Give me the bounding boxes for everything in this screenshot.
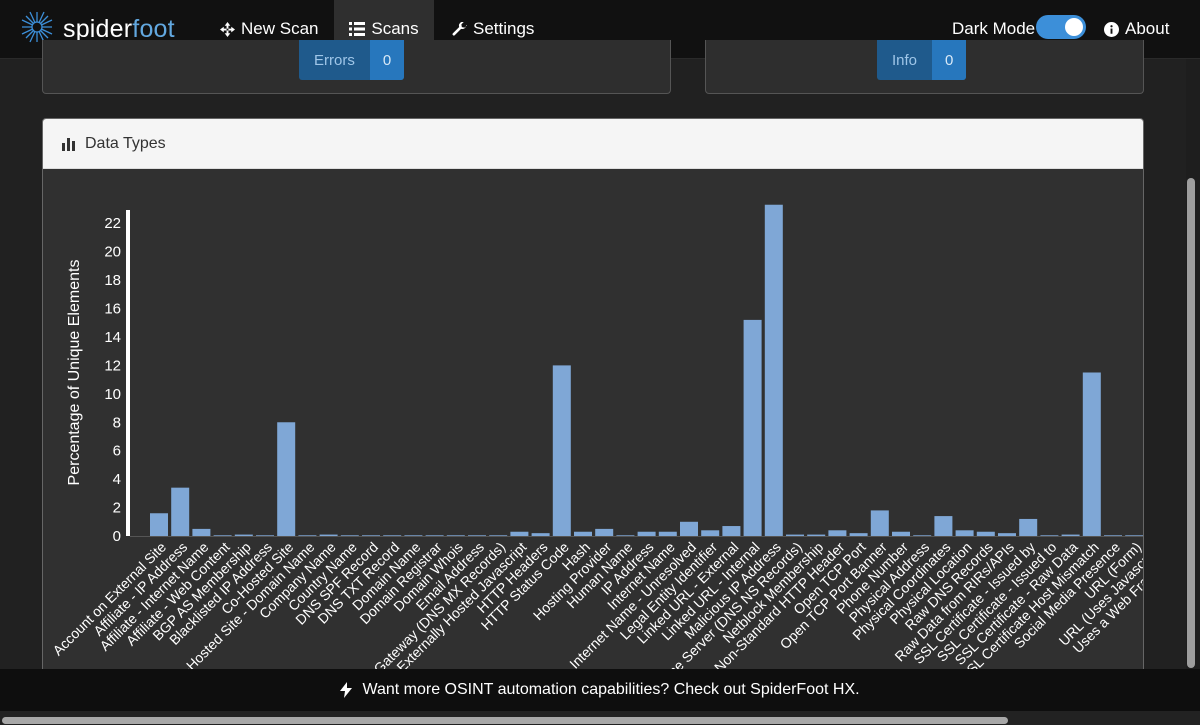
info-button[interactable]: Info 0 — [877, 40, 967, 80]
x-axis-line — [130, 536, 1143, 537]
y-tick-label: 0 — [113, 528, 121, 545]
bar-32[interactable] — [807, 534, 826, 536]
y-tick-label: 10 — [104, 386, 121, 403]
card-header: Data Types — [43, 119, 1143, 169]
info-label: Info — [892, 52, 918, 69]
bar-9[interactable] — [319, 534, 338, 536]
y-tick-label: 6 — [113, 443, 121, 460]
y-tick-label: 4 — [113, 471, 121, 488]
nav-settings-label: Settings — [473, 19, 535, 38]
bar-41[interactable] — [998, 533, 1016, 536]
errors-count-badge: 0 — [369, 40, 405, 80]
bar-20[interactable] — [552, 365, 571, 536]
bar-45[interactable] — [1082, 372, 1101, 537]
y-tick-label: 2 — [113, 500, 121, 517]
y-axis-label: Percentage of Unique Elements — [66, 260, 83, 486]
info-count-badge: 0 — [932, 40, 967, 80]
bar-35[interactable] — [870, 510, 889, 536]
bar-29[interactable] — [743, 319, 762, 536]
bar-30[interactable] — [764, 204, 783, 536]
crosshair-arrows-icon — [220, 21, 235, 37]
y-tick-label: 18 — [104, 272, 121, 289]
toggle-knob — [1065, 18, 1083, 36]
y-tick-label: 22 — [104, 215, 121, 232]
vertical-scrollbar-thumb[interactable] — [1187, 178, 1195, 668]
bar-38[interactable] — [934, 516, 953, 536]
bar-2[interactable] — [171, 487, 190, 536]
bar-40[interactable] — [976, 531, 995, 536]
promo-footer[interactable]: Want more OSINT automation capabilities?… — [0, 669, 1200, 711]
nav-about-label: About — [1125, 19, 1170, 38]
brand-name-part2: foot — [132, 14, 175, 43]
errors-label: Errors — [314, 52, 355, 69]
bar-44[interactable] — [1061, 534, 1080, 536]
y-tick-label: 20 — [104, 244, 121, 261]
bar-25[interactable] — [658, 531, 677, 536]
bar-1[interactable] — [150, 513, 168, 536]
nav-new-scan-label: New Scan — [241, 19, 319, 38]
y-axis-line — [126, 210, 130, 536]
bar-39[interactable] — [955, 530, 974, 536]
bar-18[interactable] — [510, 531, 529, 536]
bar-5[interactable] — [234, 534, 253, 536]
bar-42[interactable] — [1019, 518, 1038, 536]
wrench-icon — [452, 21, 467, 37]
bar-34[interactable] — [849, 533, 868, 536]
bar-19[interactable] — [531, 533, 550, 536]
data-types-bar-chart: 0 2 4 6 8 10 12 14 16 18 20 22 Percentage of Unique … — [49, 204, 1143, 679]
bar-22[interactable] — [595, 528, 614, 536]
bar-chart-icon — [61, 137, 77, 151]
bar-31[interactable] — [786, 534, 804, 536]
bar-21[interactable] — [574, 531, 592, 536]
list-icon — [349, 22, 366, 36]
y-tick-label: 14 — [104, 329, 121, 346]
y-tick-label: 16 — [104, 301, 121, 318]
bar-24[interactable] — [637, 531, 656, 536]
bar-7[interactable] — [277, 422, 296, 536]
bar-26[interactable] — [680, 521, 698, 536]
bar-28[interactable] — [722, 526, 741, 536]
y-tick-label: 8 — [113, 414, 121, 431]
brand-name-part1: spider — [63, 14, 133, 43]
bar-33[interactable] — [828, 530, 847, 536]
promo-text: Want more OSINT automation capabilities?… — [362, 681, 860, 698]
bar-36[interactable] — [892, 531, 910, 536]
horizontal-scrollbar-thumb[interactable] — [2, 717, 1008, 724]
info-circle-icon — [1104, 21, 1119, 37]
data-types-card: Data Types 0 2 4 6 8 10 12 14 16 18 20 22 Percentage… — [42, 118, 1144, 680]
bar-27[interactable] — [701, 530, 720, 536]
nav-scans-label: Scans — [371, 19, 419, 38]
card-title: Data Types — [85, 134, 166, 152]
dark-mode-toggle[interactable] — [1036, 15, 1086, 39]
bar-3[interactable] — [192, 528, 211, 536]
errors-button[interactable]: Errors 0 — [299, 40, 405, 80]
y-tick-label: 12 — [104, 357, 121, 374]
bolt-icon — [340, 682, 353, 698]
